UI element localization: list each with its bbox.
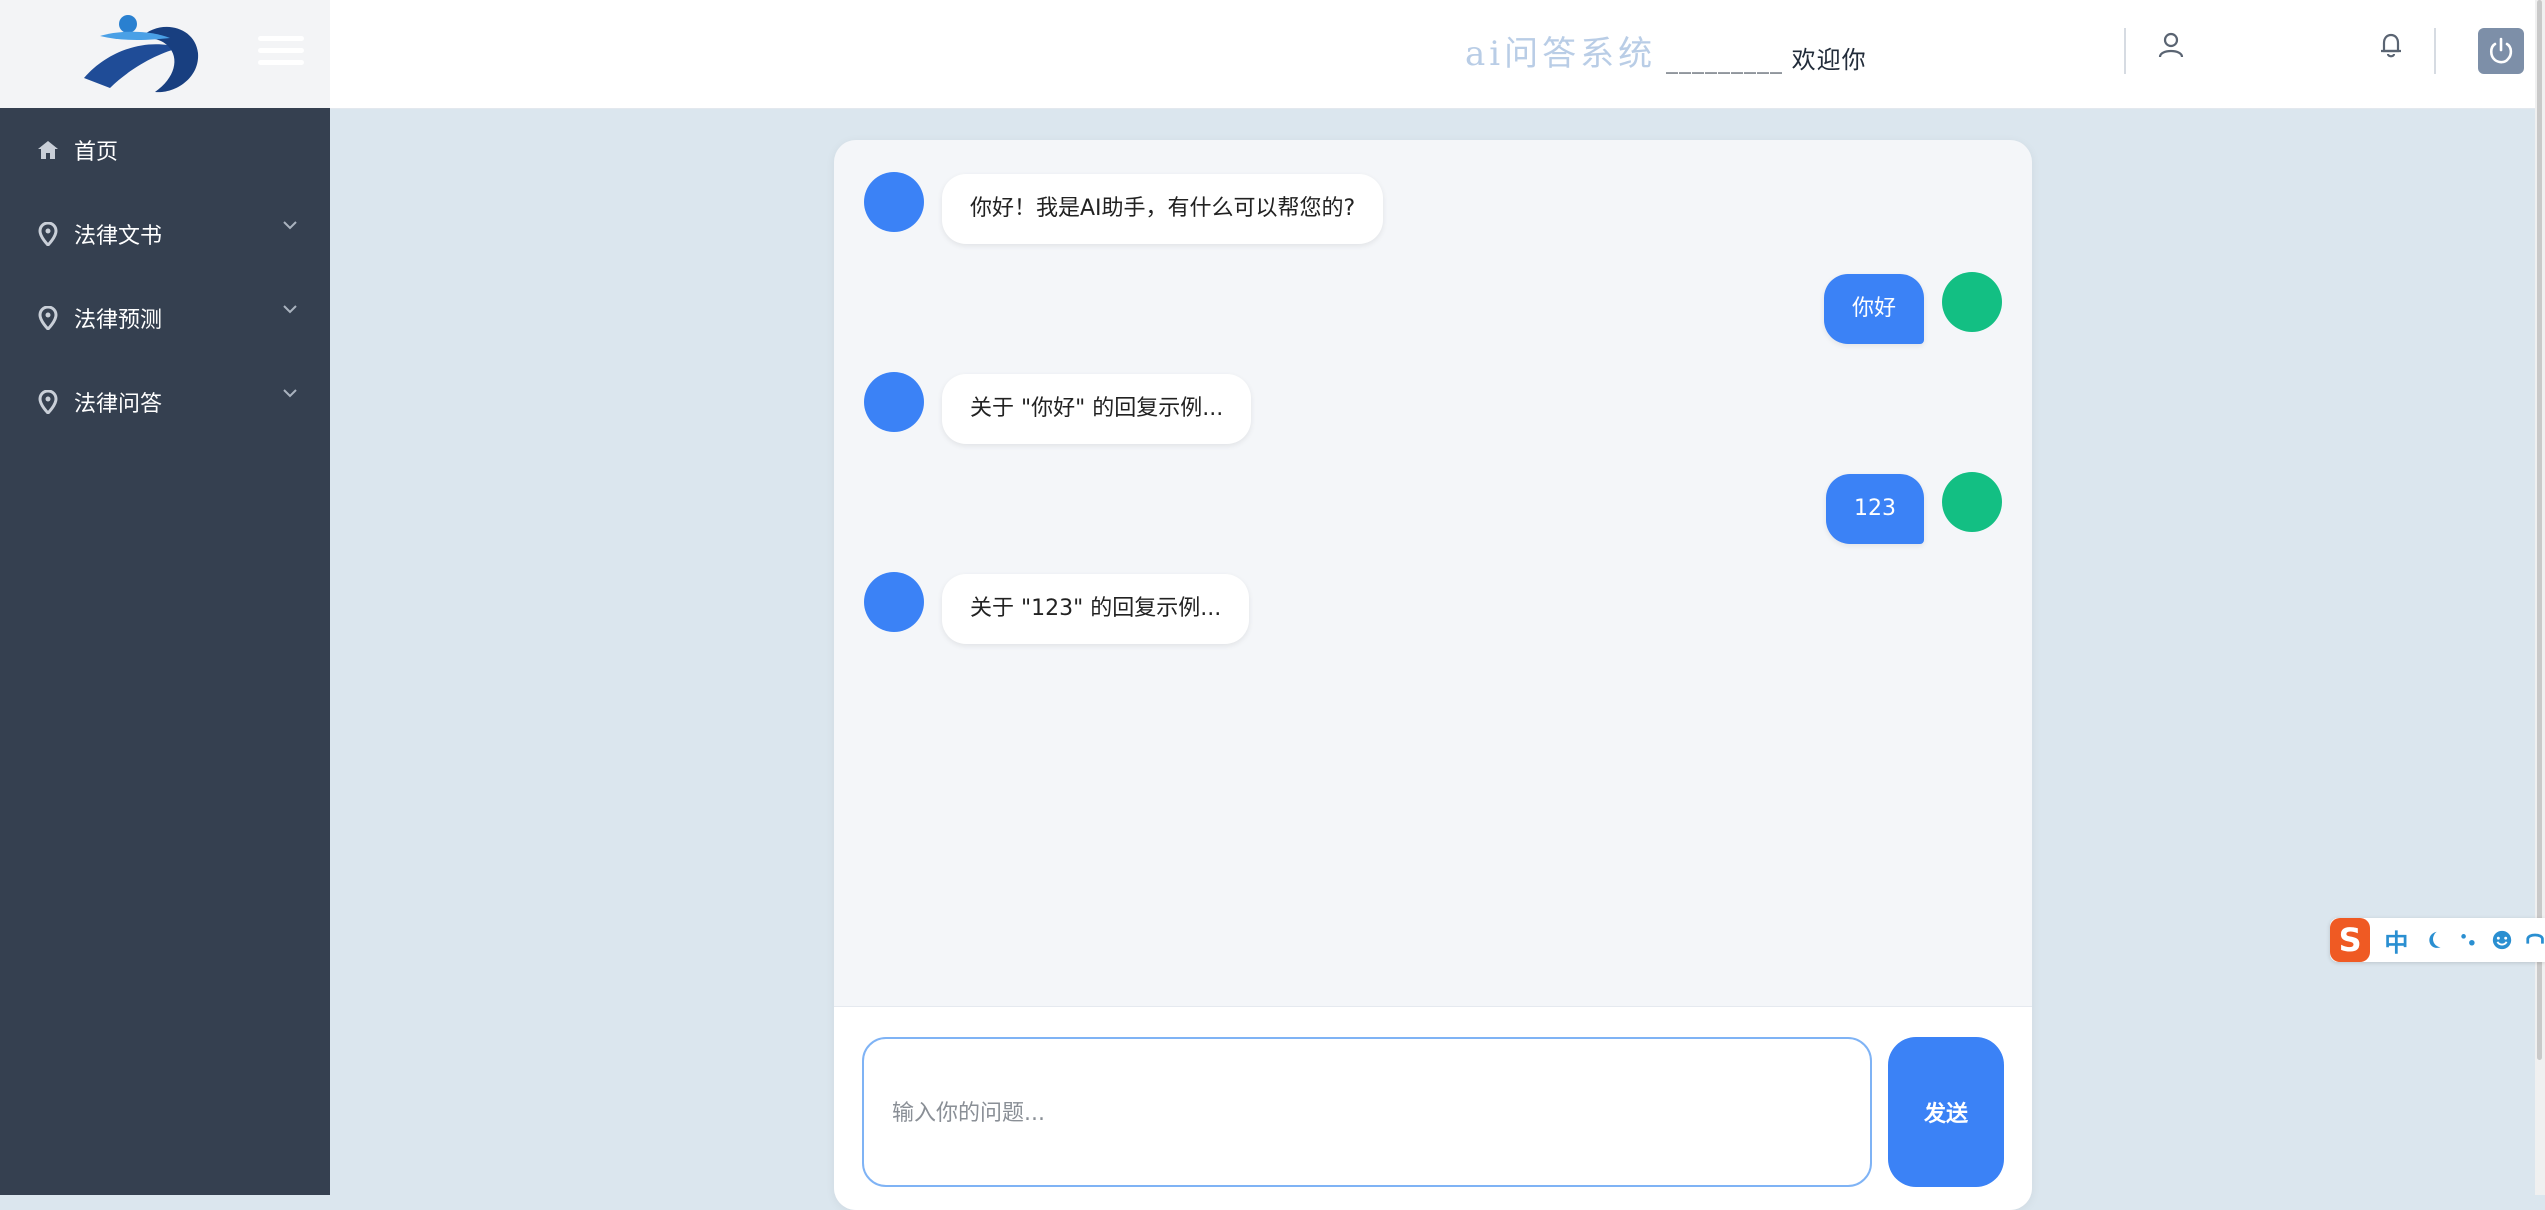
bot-message: 关于 "你好" 的回复示例... xyxy=(834,372,2032,448)
location-pin-icon xyxy=(36,390,60,414)
bot-message: 你好！我是AI助手，有什么可以帮您的? xyxy=(834,172,2032,248)
sidebar-item-label: 法律预测 xyxy=(74,308,163,333)
user-avatar xyxy=(1942,472,2002,532)
bot-avatar xyxy=(864,572,924,632)
sidebar-item-label: 首页 xyxy=(74,140,119,165)
bot-avatar xyxy=(864,172,924,232)
user-icon[interactable] xyxy=(2156,30,2186,60)
moon-icon[interactable] xyxy=(2424,929,2444,951)
chat-input-area: 发送 xyxy=(834,1006,2032,1210)
emoji-icon[interactable] xyxy=(2491,928,2513,952)
page-scrollbar[interactable] xyxy=(2535,0,2545,1195)
scrollbar-thumb[interactable] xyxy=(2537,0,2542,1060)
sidebar-item-label: 法律文书 xyxy=(74,224,163,249)
power-button[interactable] xyxy=(2478,28,2524,74)
question-input[interactable] xyxy=(862,1037,1872,1187)
bell-icon[interactable] xyxy=(2376,30,2406,60)
bot-bubble: 关于 "你好" 的回复示例... xyxy=(942,374,1252,444)
logo-area xyxy=(0,0,330,108)
sidebar-item-label: 法律问答 xyxy=(74,392,163,417)
header-divider xyxy=(2434,28,2436,74)
send-button[interactable]: 发送 xyxy=(1888,1037,2004,1187)
punctuation-icon[interactable] xyxy=(2459,929,2479,951)
chevron-down-icon xyxy=(283,389,297,398)
home-icon xyxy=(36,138,60,162)
location-pin-icon xyxy=(36,222,60,246)
sogou-logo-icon[interactable]: S xyxy=(2330,918,2371,962)
bot-avatar xyxy=(864,372,924,432)
welcome-text: _________ 欢迎你 xyxy=(1666,46,1867,74)
sidebar-item-legal-prediction[interactable]: 法律预测 xyxy=(0,276,330,360)
header-divider xyxy=(2124,28,2126,74)
message-list: 你好！我是AI助手，有什么可以帮您的? 你好 关于 "你好" 的回复示例... … xyxy=(834,140,2032,1006)
chevron-down-icon xyxy=(283,221,297,230)
headset-icon[interactable] xyxy=(2525,928,2545,952)
chevron-down-icon xyxy=(283,305,297,314)
app-title: ai问答系统 xyxy=(1465,34,1657,74)
location-pin-icon xyxy=(36,306,60,330)
power-icon xyxy=(2489,37,2513,64)
bot-bubble: 你好！我是AI助手，有什么可以帮您的? xyxy=(942,174,1384,244)
sidebar-item-home[interactable]: 首页 xyxy=(0,108,330,192)
sidebar-item-legal-documents[interactable]: 法律文书 xyxy=(0,192,330,276)
user-bubble: 123 xyxy=(1826,474,1924,544)
bot-bubble: 关于 "123" 的回复示例... xyxy=(942,574,1250,644)
user-message: 123 xyxy=(834,472,2032,548)
logo-icon xyxy=(84,15,199,93)
chat-panel: 你好！我是AI助手，有什么可以帮您的? 你好 关于 "你好" 的回复示例... … xyxy=(834,140,2032,1210)
sidebar: 首页 法律文书 法律预测 法律问答 xyxy=(0,108,330,1195)
user-avatar xyxy=(1942,272,2002,332)
menu-toggle-icon[interactable] xyxy=(258,36,304,68)
ime-mode-toggle[interactable]: 中 xyxy=(2384,923,2408,958)
ime-toolbar: S 中 xyxy=(2330,918,2545,962)
user-message: 你好 xyxy=(834,272,2032,348)
user-bubble: 你好 xyxy=(1823,274,1924,344)
sidebar-item-legal-qa[interactable]: 法律问答 xyxy=(0,360,330,444)
top-header: ai问答系统 _________ 欢迎你 xyxy=(330,0,2545,109)
bot-message: 关于 "123" 的回复示例... xyxy=(834,572,2032,648)
